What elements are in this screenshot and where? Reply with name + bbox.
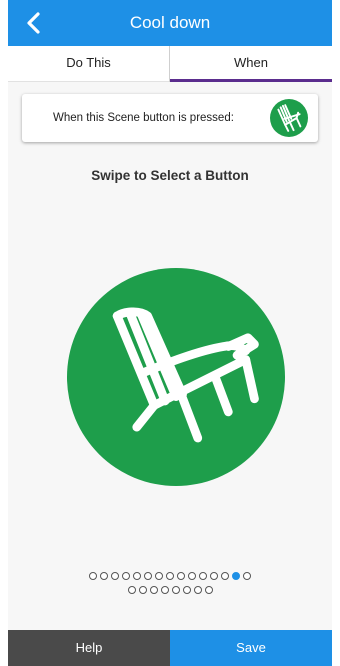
swipe-instruction: Swipe to Select a Button	[91, 168, 249, 183]
adirondack-chair-icon	[270, 99, 308, 137]
page-dot[interactable]	[100, 572, 108, 580]
tab-when-label: When	[234, 55, 268, 70]
page-dot[interactable]	[89, 572, 97, 580]
header-bar: Cool down	[8, 0, 332, 46]
page-dot[interactable]	[182, 586, 191, 594]
page-dot[interactable]	[188, 572, 196, 580]
footer-bar: Help Save	[8, 630, 332, 666]
page-dot[interactable]	[133, 572, 141, 580]
page-dot[interactable]	[144, 572, 152, 580]
page-dot[interactable]	[155, 572, 163, 580]
page-dot[interactable]	[111, 572, 119, 580]
trigger-card-text: When this Scene button is pressed:	[53, 112, 234, 124]
page-dot[interactable]	[166, 572, 174, 580]
help-button[interactable]: Help	[8, 630, 170, 666]
adirondack-chair-icon[interactable]	[67, 268, 285, 486]
page-dot[interactable]	[122, 572, 130, 580]
main-content: When this Scene button is pressed: Swipe…	[8, 82, 332, 630]
page-dot[interactable]	[138, 586, 147, 594]
page-dot[interactable]	[199, 572, 207, 580]
page-indicator-row-1	[8, 572, 332, 580]
app-frame: Cool down Do This When When this Scene b…	[8, 0, 332, 666]
page-dot[interactable]	[232, 572, 240, 580]
page-dot[interactable]	[177, 572, 185, 580]
page-dot[interactable]	[127, 586, 136, 594]
page-dot[interactable]	[243, 572, 251, 580]
page-dot[interactable]	[193, 586, 202, 594]
page-indicator	[8, 572, 332, 600]
save-button[interactable]: Save	[170, 630, 332, 666]
tab-bar: Do This When	[8, 46, 332, 82]
page-dot[interactable]	[210, 572, 218, 580]
tab-when[interactable]: When	[170, 46, 332, 82]
tab-do-this[interactable]: Do This	[8, 46, 170, 82]
page-dot[interactable]	[160, 586, 169, 594]
page-indicator-row-2	[8, 586, 332, 594]
page-title: Cool down	[129, 13, 211, 32]
page-dot[interactable]	[204, 586, 213, 594]
trigger-card: When this Scene button is pressed:	[22, 94, 318, 142]
page-dot[interactable]	[221, 572, 229, 580]
page-dot[interactable]	[149, 586, 158, 594]
page-dot[interactable]	[171, 586, 180, 594]
